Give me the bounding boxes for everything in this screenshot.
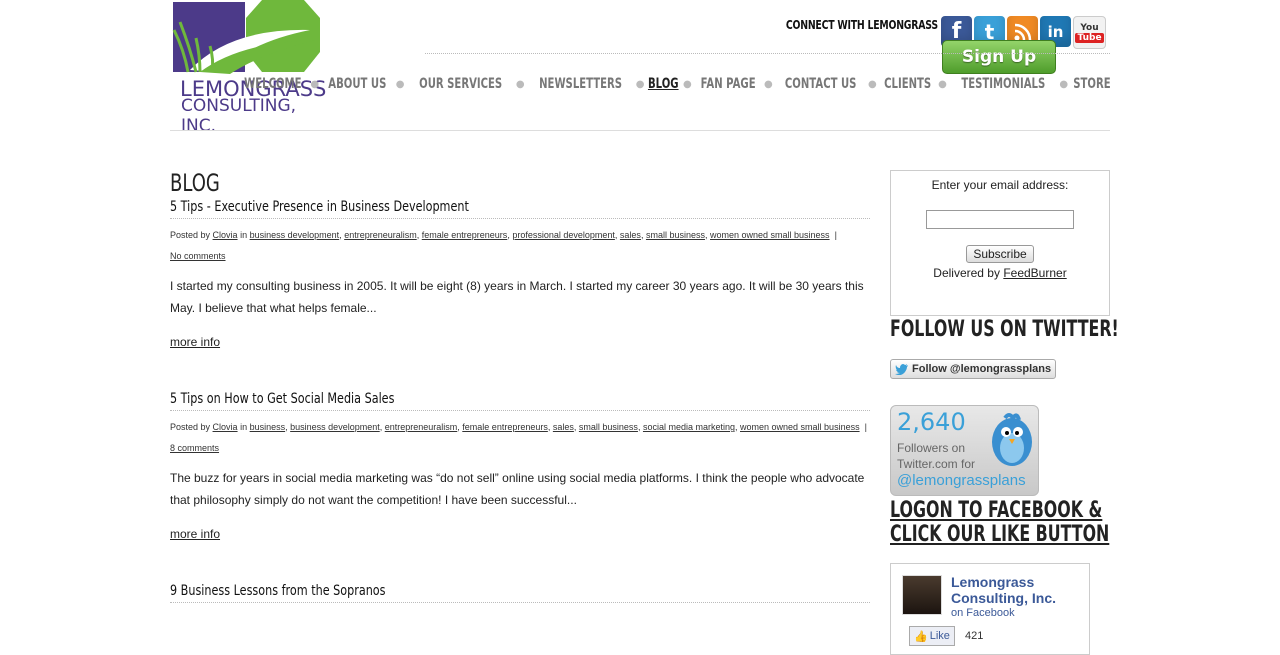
more-info-link[interactable]: more info [170, 527, 220, 541]
header-divider [425, 53, 1110, 54]
comments-link[interactable]: 8 comments [170, 443, 219, 453]
author-link[interactable]: Clovia [213, 422, 238, 432]
twitter-handle: @lemongrassplans [897, 472, 1026, 489]
nav-newsletters[interactable]: NEWSLETTERS [539, 76, 622, 92]
category-link[interactable]: women owned small business [710, 230, 830, 240]
main-content: BLOG 5 Tips - Executive Presence in Busi… [170, 165, 870, 609]
twitter-heading: FOLLOW US ON TWITTER! [890, 317, 1119, 342]
nav-separator: ● [868, 78, 877, 90]
posted-by-label: Posted by [170, 230, 211, 240]
category-link[interactable]: women owned small business [740, 422, 860, 432]
category-link[interactable]: business development [250, 230, 340, 240]
blog-post: 5 Tips on How to Get Social Media Sales … [170, 391, 870, 543]
like-count: 421 [965, 630, 984, 642]
author-link[interactable]: Clovia [213, 230, 238, 240]
page-title: BLOG [170, 169, 220, 197]
category-link[interactable]: female entrepreneurs [422, 230, 508, 240]
blog-post: 5 Tips - Executive Presence in Business … [170, 199, 870, 351]
email-input[interactable] [926, 210, 1074, 229]
twitter-follow-label: Follow @lemongrassplans [912, 363, 1052, 375]
post-excerpt: I started my consulting business in 2005… [170, 279, 864, 315]
category-link[interactable]: entrepreneuralism [385, 422, 458, 432]
nav-separator: ● [763, 78, 773, 90]
on-facebook-label: on Facebook [951, 607, 1015, 619]
post-meta: Posted by Clovia in business, business d… [170, 422, 870, 453]
page-name-link[interactable]: Lemongrass Consulting, Inc. [951, 574, 1056, 606]
page-avatar[interactable] [902, 575, 942, 615]
followers-text: Followers on Twitter.com for [897, 440, 975, 472]
in-label: in [240, 422, 248, 432]
post-divider [170, 602, 870, 603]
followers-line-2: Twitter.com for [897, 457, 976, 471]
category-link[interactable]: professional development [512, 230, 615, 240]
delivered-by: Delivered by FeedBurner [891, 266, 1109, 280]
email-subscribe-box: Enter your email address: Subscribe Deli… [890, 170, 1110, 316]
delivered-by-label: Delivered by [933, 266, 1000, 280]
category-link[interactable]: sales [553, 422, 574, 432]
nav-clients[interactable]: CLIENTS [884, 76, 931, 92]
more-info-link[interactable]: more info [170, 335, 220, 349]
facebook-heading-line-1[interactable]: LOGON TO FACEBOOK & [890, 499, 1102, 523]
nav-about-us[interactable]: ABOUT US [328, 76, 386, 92]
follower-count: 2,640 [897, 408, 966, 436]
facebook-heading-line-2[interactable]: CLICK OUR LIKE BUTTON [890, 523, 1109, 547]
category-link[interactable]: entrepreneuralism [344, 230, 417, 240]
in-label: in [240, 230, 248, 240]
page-name-line-2: Consulting, Inc. [951, 590, 1056, 606]
category-link[interactable]: small business [646, 230, 705, 240]
nav-separator: ● [938, 78, 947, 90]
post-divider [170, 410, 870, 411]
post-title-link[interactable]: 5 Tips on How to Get Social Media Sales [170, 391, 730, 409]
post-divider [170, 218, 870, 219]
twitter-follow-button[interactable]: Follow @lemongrassplans [890, 359, 1057, 379]
twitter-bird-icon [895, 364, 908, 375]
subscribe-button[interactable]: Subscribe [966, 245, 1034, 263]
category-link[interactable]: business [250, 422, 286, 432]
posted-by-label: Posted by [170, 422, 211, 432]
post-title-link[interactable]: 5 Tips - Executive Presence in Business … [170, 199, 730, 217]
lemongrass-logo-mark [172, 0, 320, 74]
email-label: Enter your email address: [931, 178, 1069, 192]
comments-link[interactable]: No comments [170, 251, 226, 261]
post-meta: Posted by Clovia in business development… [170, 230, 840, 261]
category-link[interactable]: female entrepreneurs [462, 422, 548, 432]
nav-separator: ● [1059, 78, 1069, 90]
main-nav: WELCOME ● ABOUT US ● OUR SERVICES ● NEWSLET… [241, 76, 1111, 92]
category-link[interactable]: small business [579, 422, 638, 432]
nav-store[interactable]: STORE [1073, 76, 1110, 92]
youtube-icon[interactable]: You Tube [1073, 16, 1106, 49]
category-link[interactable]: social media marketing [643, 422, 735, 432]
nav-separator: ● [395, 78, 405, 90]
like-label: Like [929, 630, 950, 642]
nav-separator: ● [515, 78, 525, 90]
nav-welcome[interactable]: WELCOME [244, 76, 301, 92]
nav-contact-us[interactable]: CONTACT US [785, 76, 857, 92]
followers-line-1: Followers on [897, 441, 966, 455]
like-button[interactable]: 👍 Like [909, 626, 955, 646]
facebook-like-box: Lemongrass Consulting, Inc. on Facebook … [890, 563, 1090, 655]
nav-blog[interactable]: BLOG [648, 76, 679, 92]
blog-post: 9 Business Lessons from the Sopranos [170, 583, 870, 603]
nav-separator: ● [682, 78, 692, 90]
post-title-link[interactable]: 9 Business Lessons from the Sopranos [170, 583, 730, 601]
category-link[interactable]: sales [620, 230, 641, 240]
header-rule [170, 130, 1110, 131]
facebook-heading: LOGON TO FACEBOOK & CLICK OUR LIKE BUTTO… [890, 499, 1110, 547]
connect-label: CONNECT WITH LEMONGRASS [786, 18, 938, 32]
sidebar: Enter your email address: Subscribe Deli… [890, 170, 1119, 655]
nav-our-services[interactable]: OUR SERVICES [419, 76, 502, 92]
nav-separator: ● [635, 78, 645, 90]
nav-fan-page[interactable]: FAN PAGE [700, 76, 755, 92]
category-link[interactable]: business development [290, 422, 380, 432]
thumbs-up-icon: 👍 [914, 630, 928, 643]
nav-separator: ● [310, 78, 320, 90]
post-excerpt: The buzz for years in social media marke… [170, 471, 865, 507]
twitter-counter-badge[interactable]: 2,640 Followers on Twitter.com for @lemo… [890, 405, 1039, 496]
page-name-line-1: Lemongrass [951, 574, 1035, 590]
twitter-bird-icon [992, 413, 1032, 466]
sign-up-button[interactable]: Sign Up [942, 40, 1056, 74]
nav-testimonials[interactable]: TESTIMONIALS [961, 76, 1045, 92]
site-logo[interactable]: LEMONGRASS CONSULTING, INC. [170, 0, 326, 136]
feedburner-link[interactable]: FeedBurner [1003, 266, 1066, 280]
